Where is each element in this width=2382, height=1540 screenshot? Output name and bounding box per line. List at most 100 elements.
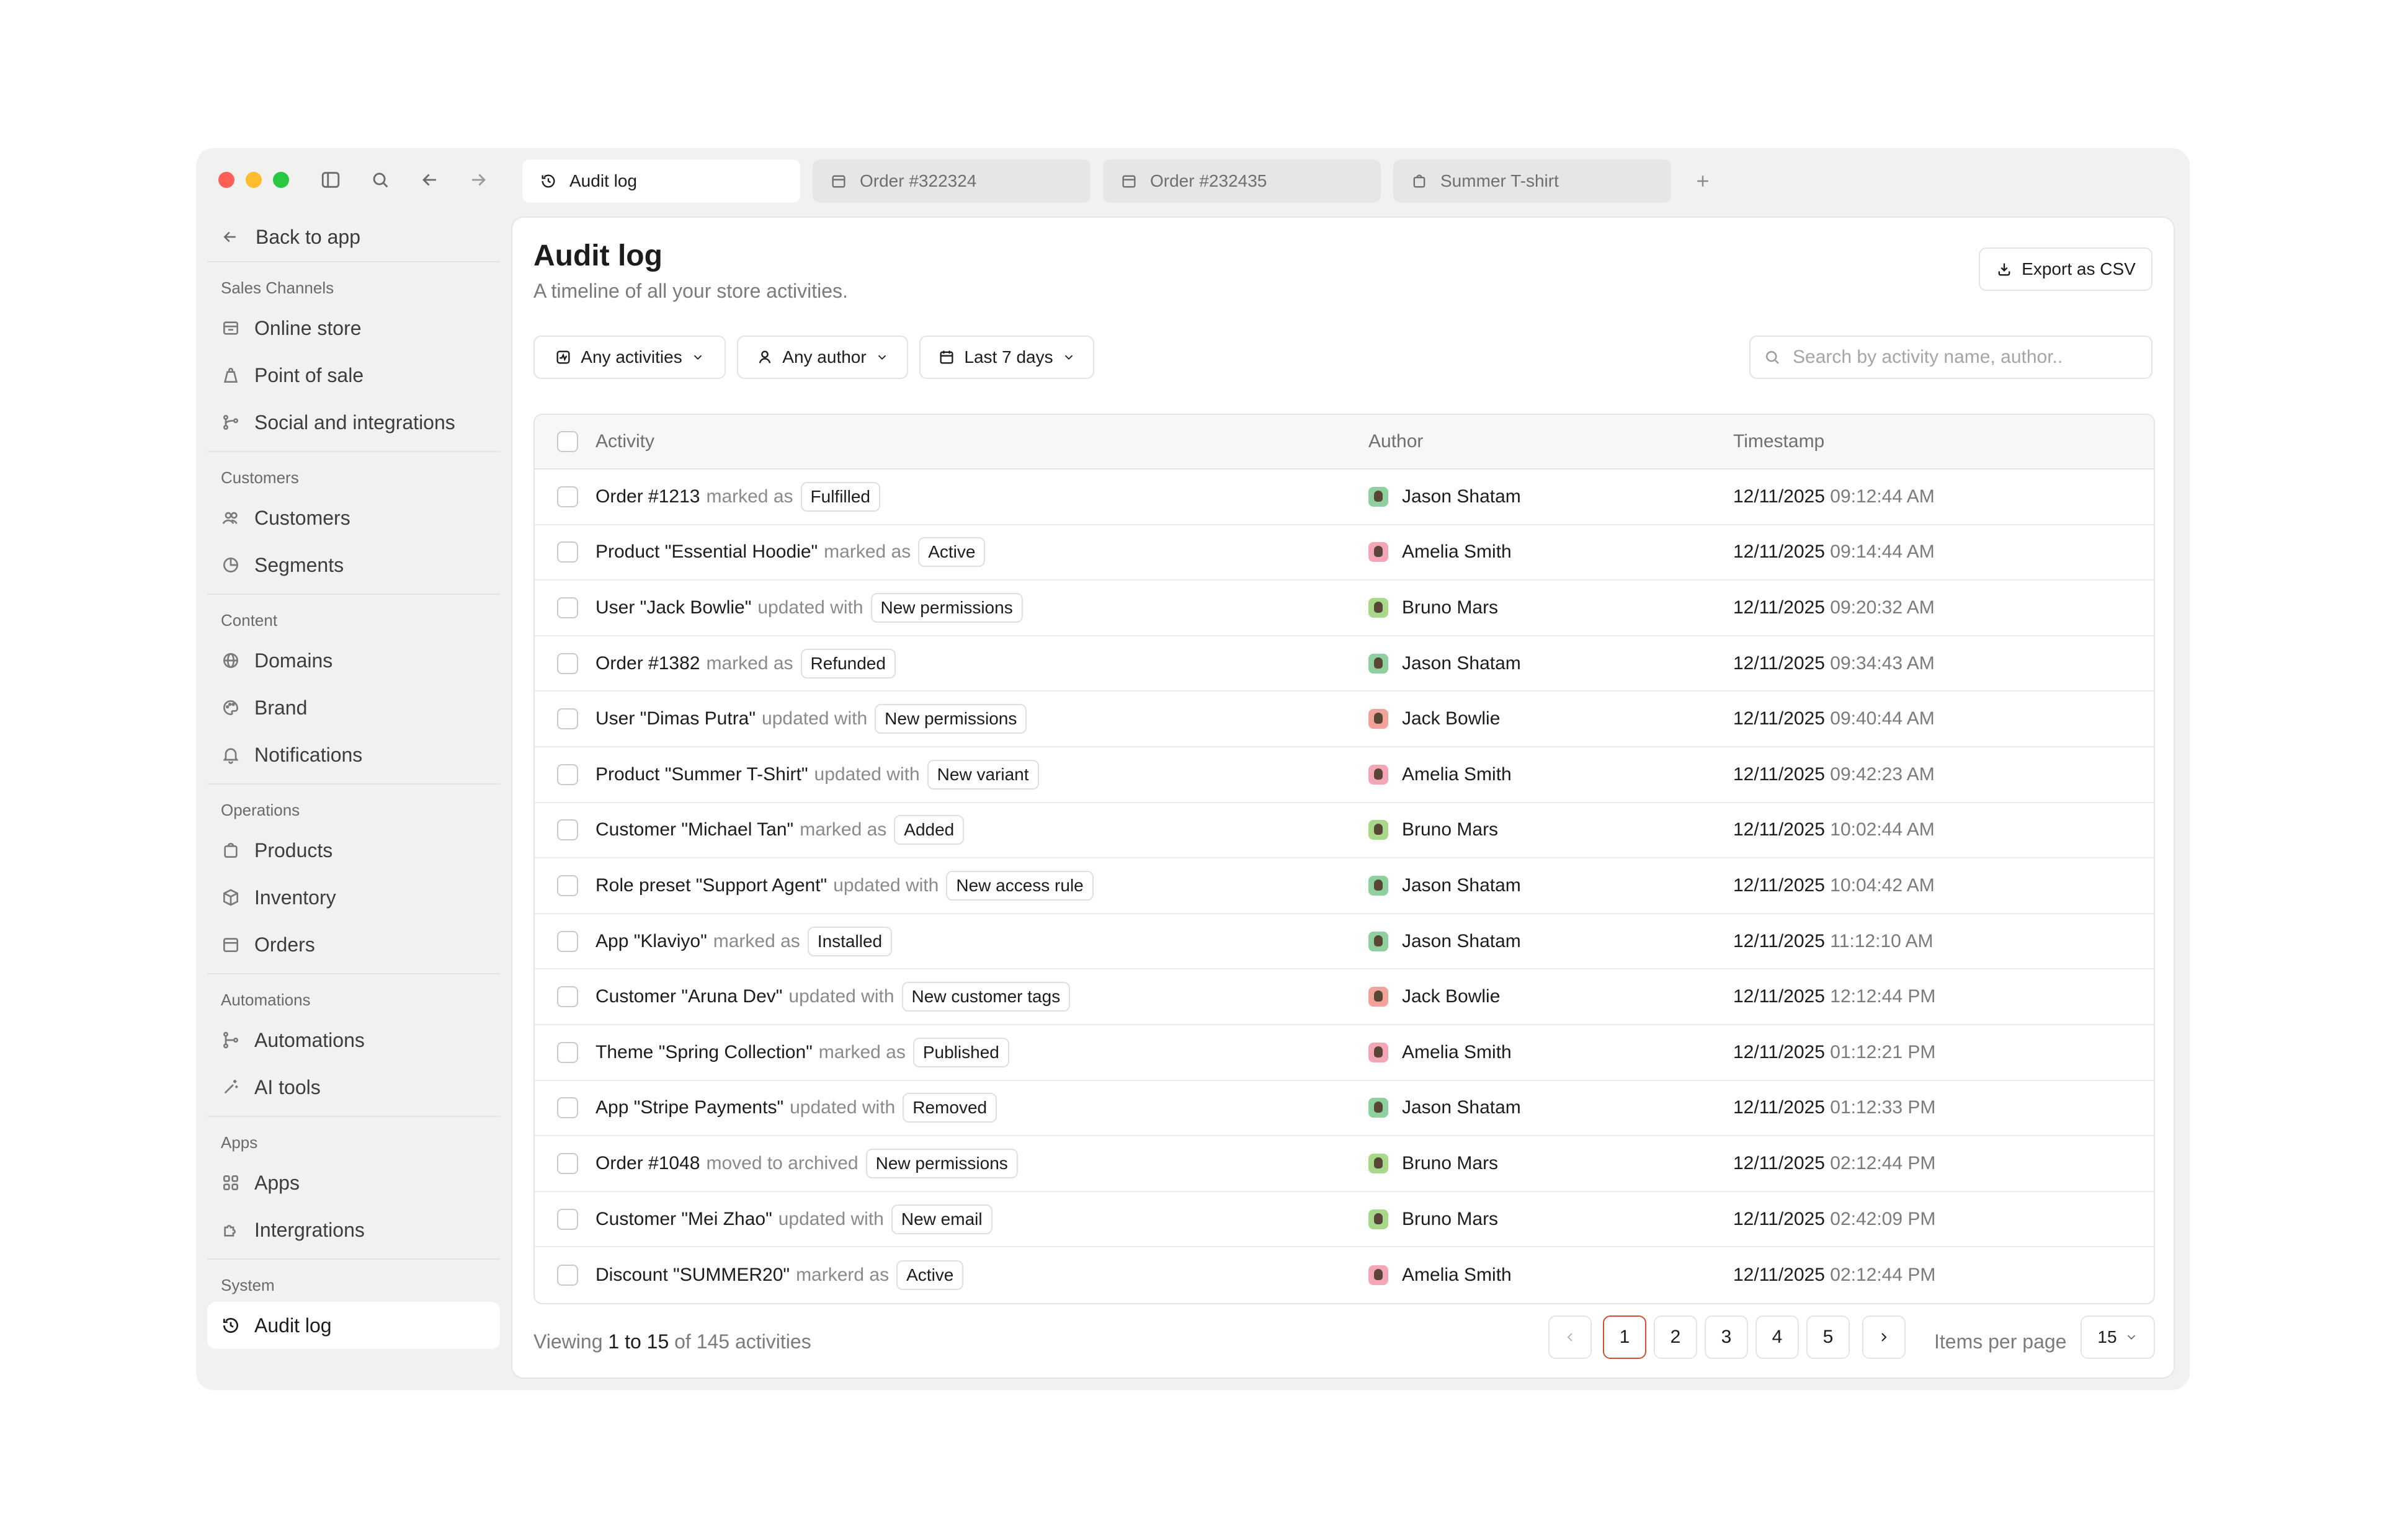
sidebar-item-ai-tools[interactable]: AI tools	[207, 1064, 500, 1111]
back-to-app-link[interactable]: Back to app	[207, 213, 500, 262]
row-checkbox[interactable]	[557, 930, 578, 952]
sidebar-item-segments[interactable]: Segments	[207, 541, 500, 589]
sidebar-section-operations: Operations Products Inventory Orders	[207, 785, 500, 974]
author-cell: Bruno Mars	[1368, 819, 1733, 840]
table-row[interactable]: Product "Essential Hoodie" marked as Activ…	[535, 525, 2154, 581]
export-csv-button[interactable]: Export as CSV	[1979, 247, 2152, 291]
sidebar-item-integrations[interactable]: Intergrations	[207, 1206, 500, 1253]
next-page-button[interactable]	[1862, 1315, 1906, 1359]
date-range-dropdown[interactable]: Last 7 days	[919, 336, 1094, 379]
sidebar-item-audit-log[interactable]: Audit log	[207, 1302, 500, 1349]
sidebar-item-automations[interactable]: Automations	[207, 1017, 500, 1064]
row-checkbox[interactable]	[557, 1097, 578, 1119]
table-row[interactable]: Theme "Spring Collection" marked as Publis…	[535, 1025, 2154, 1081]
tab-audit-log[interactable]: Audit log	[522, 159, 800, 203]
table-row[interactable]: Order #1382 marked as Refunded Jason Shatam…	[535, 636, 2154, 692]
forward-arrow-icon[interactable]	[465, 167, 491, 193]
activity-subject: Theme "Spring Collection"	[596, 1041, 813, 1062]
prev-page-button[interactable]	[1548, 1315, 1592, 1359]
sidebar-item-products[interactable]: Products	[207, 827, 500, 874]
table-row[interactable]: App "Klaviyo" marked as Installed Jason Sha…	[535, 914, 2154, 970]
timestamp-cell: 12/11/2025 09:40:44 AM	[1733, 708, 2154, 729]
page-subtitle: A timeline of all your store activities.	[533, 280, 848, 302]
timestamp-column-header[interactable]: Timestamp	[1733, 431, 2154, 452]
activity-cell: User "Jack Bowlie" updated with New permis…	[535, 592, 1368, 623]
row-checkbox[interactable]	[557, 1265, 578, 1286]
sidebar-item-inventory[interactable]: Inventory	[207, 874, 500, 921]
sidebar-item-notifications[interactable]: Notifications	[207, 731, 500, 778]
table-row[interactable]: Customer "Aruna Dev" updated with New cust…	[535, 969, 2154, 1025]
sidebar-item-social-integrations[interactable]: Social and integrations	[207, 399, 500, 446]
maximize-window-button[interactable]	[273, 172, 289, 188]
avatar	[1368, 1042, 1388, 1062]
tab-order-322324[interactable]: Order #322324	[813, 159, 1091, 203]
author-name: Amelia Smith	[1402, 1041, 1512, 1062]
back-arrow-icon[interactable]	[417, 167, 443, 193]
activity-column-header[interactable]: Activity	[596, 431, 654, 452]
sidebar-item-label: Orders	[254, 933, 315, 956]
author-column-header[interactable]: Author	[1368, 431, 1733, 452]
tab-order-232435[interactable]: Order #232435	[1103, 159, 1381, 203]
activities-filter-dropdown[interactable]: Any activities	[533, 336, 726, 379]
table-row[interactable]: User "Jack Bowlie" updated with New permis…	[535, 581, 2154, 636]
page-button-2[interactable]: 2	[1654, 1315, 1697, 1359]
row-checkbox[interactable]	[557, 986, 578, 1008]
author-cell: Jason Shatam	[1368, 931, 1733, 952]
sidebar-item-point-of-sale[interactable]: Point of sale	[207, 352, 500, 399]
row-checkbox[interactable]	[557, 597, 578, 618]
row-checkbox[interactable]	[557, 486, 578, 507]
page-button-5[interactable]: 5	[1806, 1315, 1850, 1359]
new-tab-button[interactable]	[1687, 166, 1718, 197]
row-checkbox[interactable]	[557, 652, 578, 674]
table-row[interactable]: Order #1048 moved to archived New permissi…	[535, 1136, 2154, 1192]
sidebar-item-customers[interactable]: Customers	[207, 494, 500, 541]
sidebar-item-orders[interactable]: Orders	[207, 921, 500, 968]
row-checkbox[interactable]	[557, 541, 578, 563]
activity-cell: Theme "Spring Collection" marked as Publis…	[535, 1037, 1368, 1067]
tab-summer-tshirt[interactable]: Summer T-shirt	[1393, 159, 1671, 203]
select-all-checkbox[interactable]	[557, 431, 578, 452]
timestamp-cell: 12/11/2025 02:12:44 PM	[1733, 1153, 2154, 1174]
items-per-page-select[interactable]: 15	[2081, 1315, 2155, 1359]
table-row[interactable]: Customer "Mei Zhao" updated with New email…	[535, 1192, 2154, 1248]
sidebar-item-domains[interactable]: Domains	[207, 637, 500, 684]
row-checkbox[interactable]	[557, 708, 578, 730]
search-icon[interactable]	[367, 167, 393, 193]
tab-label: Summer T-shirt	[1440, 171, 1559, 190]
author-cell: Jack Bowlie	[1368, 986, 1733, 1007]
avatar	[1368, 820, 1388, 840]
timestamp-time: 10:04:42 AM	[1830, 875, 1935, 896]
table-row[interactable]: Discount "SUMMER20" markerd as Active Ameli…	[535, 1247, 2154, 1303]
sidebar: Back to app Sales Channels Online store …	[207, 213, 500, 1354]
row-checkbox[interactable]	[557, 875, 578, 896]
title-bar: Audit log Order #322324 Order #232435 Su…	[196, 148, 2190, 210]
sidebar-item-label: Social and integrations	[254, 411, 455, 434]
row-checkbox[interactable]	[557, 1041, 578, 1063]
page-button-1[interactable]: 1	[1603, 1315, 1646, 1359]
table-row[interactable]: Role preset "Support Agent" updated with N…	[535, 858, 2154, 914]
avatar	[1368, 764, 1388, 785]
table-row[interactable]: App "Stripe Payments" updated with Removed…	[535, 1081, 2154, 1137]
row-checkbox[interactable]	[557, 763, 578, 785]
activity-verb: moved to archived	[706, 1152, 859, 1173]
author-name: Jack Bowlie	[1402, 986, 1501, 1007]
table-row[interactable]: Customer "Michael Tan" marked as Added Brun…	[535, 803, 2154, 859]
author-filter-dropdown[interactable]: Any author	[737, 336, 908, 379]
table-row[interactable]: Product "Summer T-Shirt" updated with New …	[535, 747, 2154, 803]
page-button-4[interactable]: 4	[1755, 1315, 1799, 1359]
table-row[interactable]: User "Dimas Putra" updated with New permis…	[535, 692, 2154, 747]
search-input[interactable]	[1793, 347, 2140, 368]
author-cell: Amelia Smith	[1368, 1265, 1733, 1286]
close-window-button[interactable]	[218, 172, 234, 188]
sidebar-item-online-store[interactable]: Online store	[207, 305, 500, 352]
page-button-3[interactable]: 3	[1705, 1315, 1748, 1359]
row-checkbox[interactable]	[557, 1208, 578, 1230]
row-checkbox[interactable]	[557, 1152, 578, 1174]
row-checkbox[interactable]	[557, 819, 578, 841]
sidebar-toggle-icon[interactable]	[318, 167, 344, 193]
sidebar-item-brand[interactable]: Brand	[207, 684, 500, 731]
sidebar-item-apps[interactable]: Apps	[207, 1159, 500, 1206]
activity-cell: Order #1382 marked as Refunded	[535, 648, 1368, 679]
minimize-window-button[interactable]	[246, 172, 262, 188]
table-row[interactable]: Order #1213 marked as Fulfilled Jason Shata…	[535, 470, 2154, 525]
